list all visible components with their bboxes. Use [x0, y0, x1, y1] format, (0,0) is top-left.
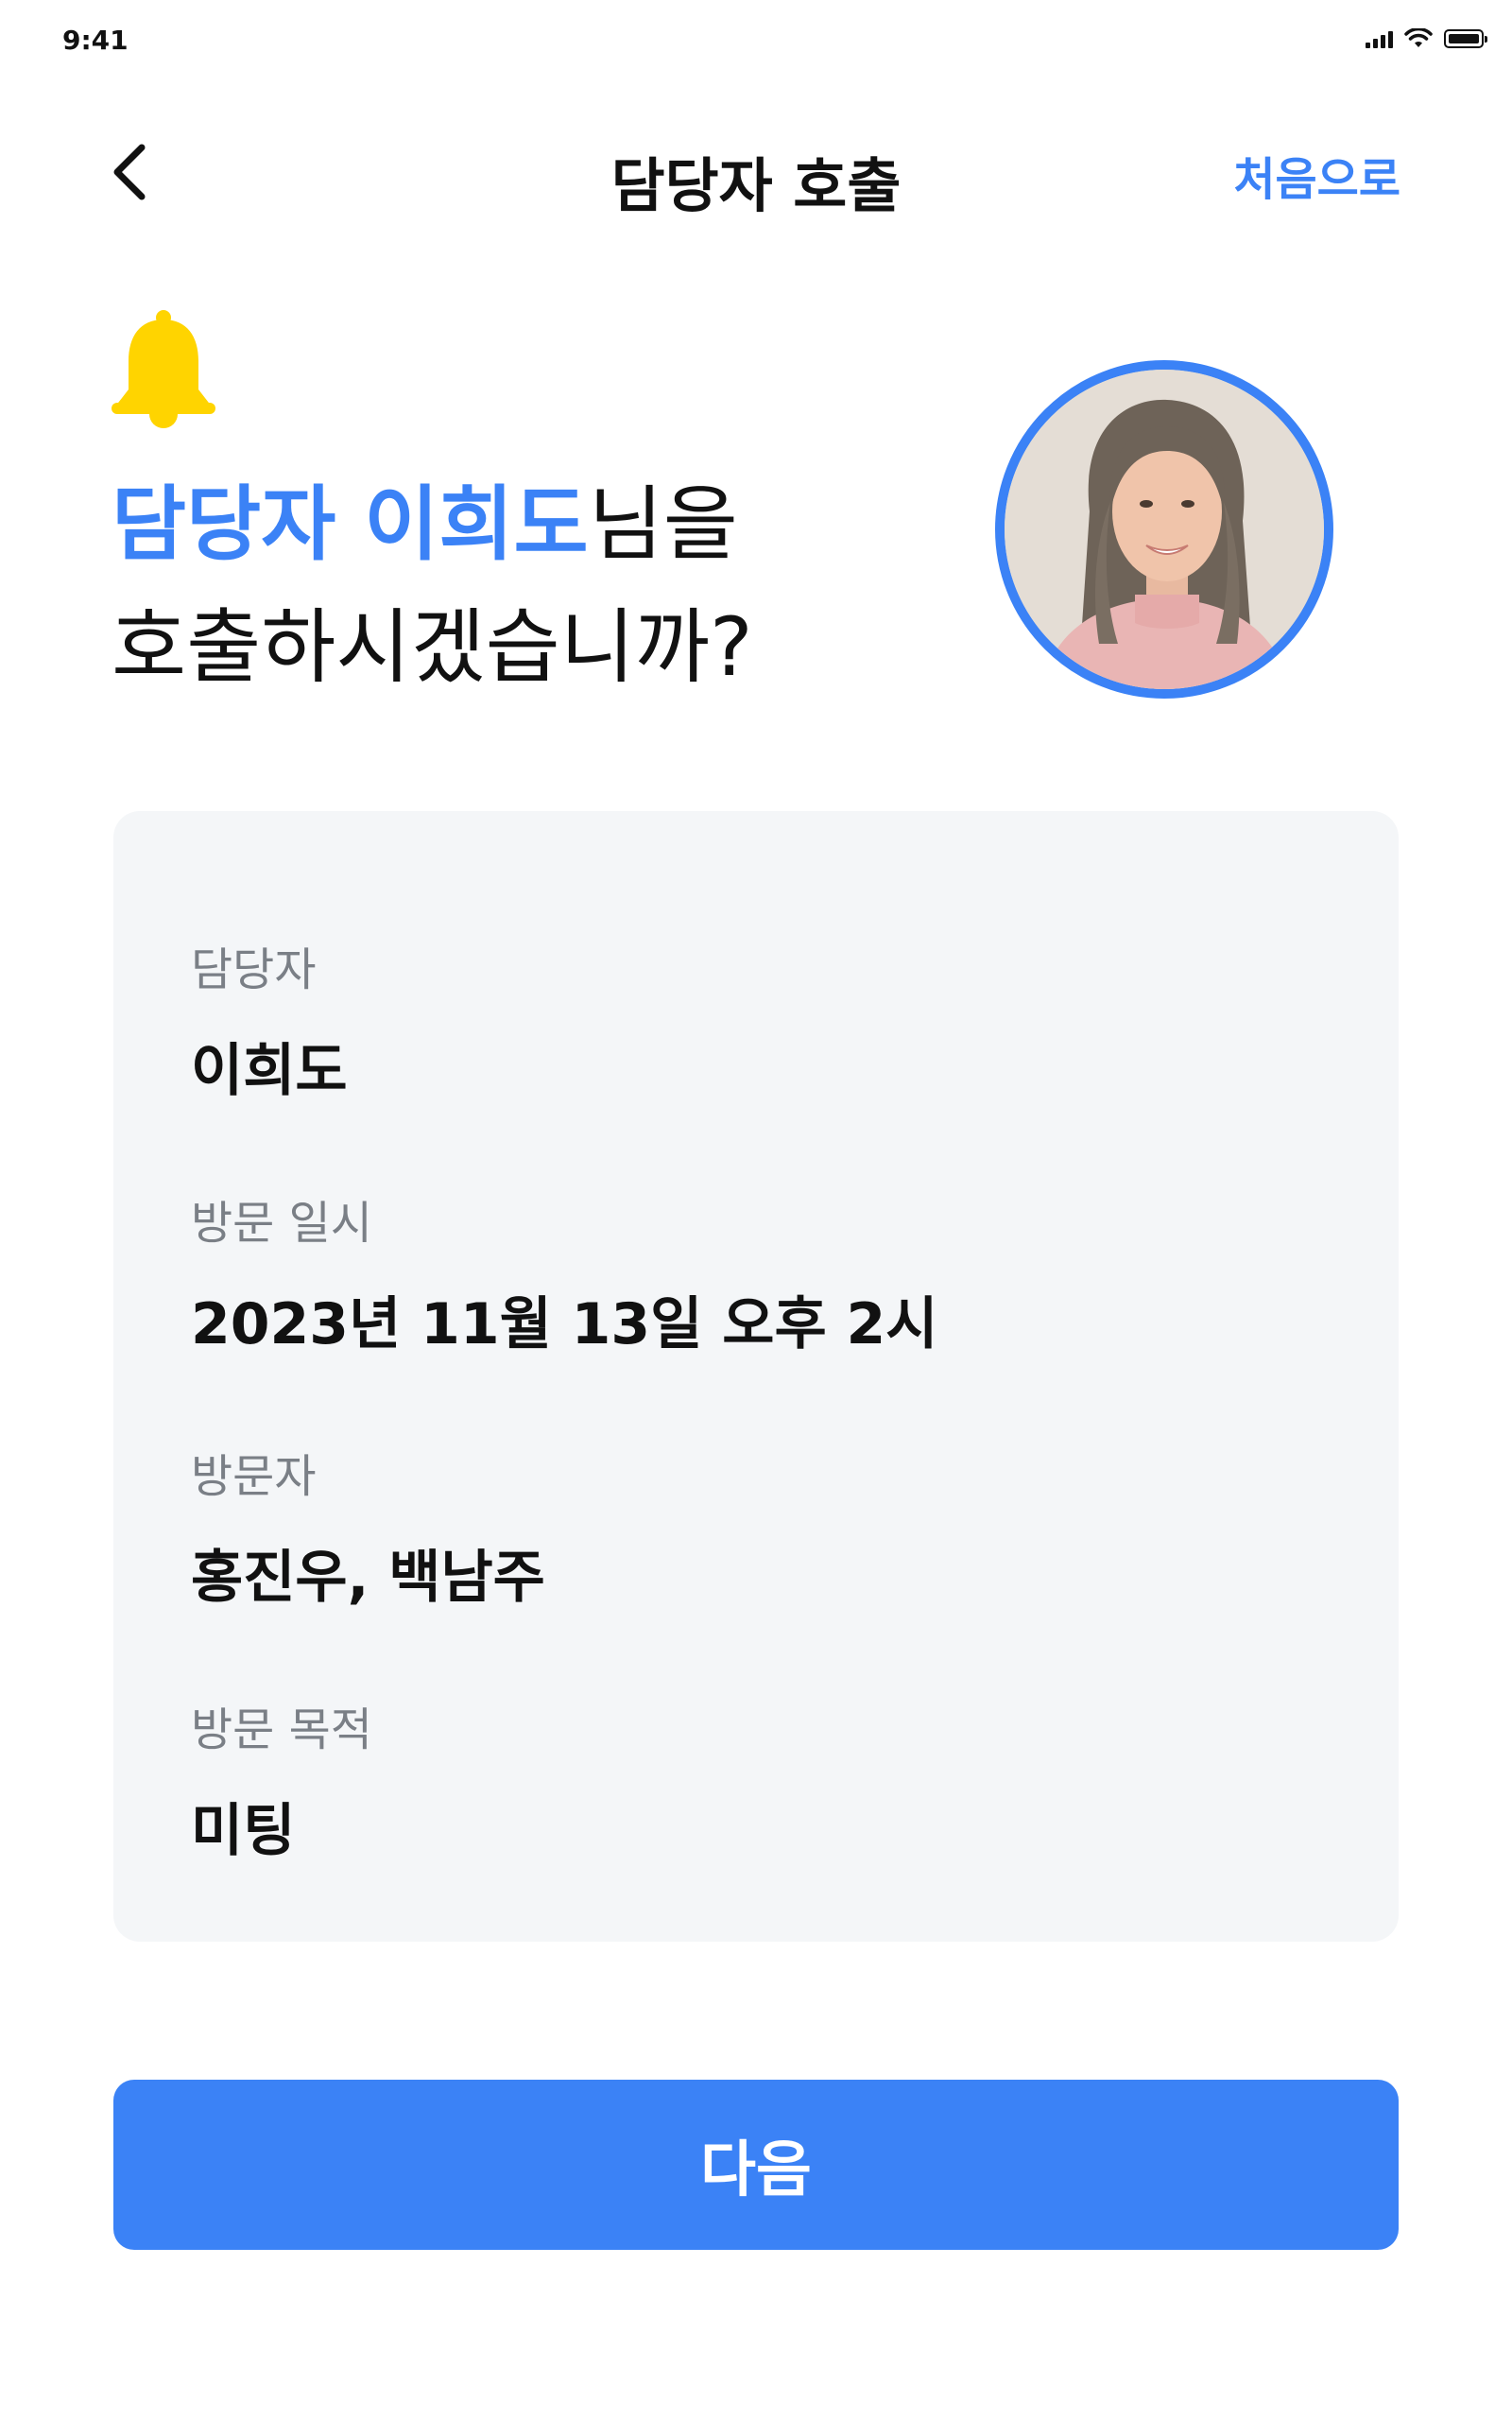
detail-value: 2023년 11월 13일 오후 2시 — [191, 1291, 938, 1357]
next-button[interactable]: 다음 — [113, 2080, 1399, 2250]
heading-question: 호출하시겠습니까? — [112, 600, 753, 695]
status-icons — [1366, 28, 1487, 49]
heading-suffix: 님을 — [588, 477, 738, 572]
home-link[interactable]: 처음으로 — [1233, 142, 1400, 208]
manager-name-highlight: 담당자 이희도 — [112, 477, 589, 572]
detail-field-manager: 담당자 이희도 — [191, 932, 348, 1107]
battery-icon — [1444, 29, 1487, 48]
status-time: 9:41 — [62, 25, 129, 56]
detail-field-purpose: 방문 목적 미팅 — [191, 1692, 372, 1867]
detail-label: 방문 목적 — [191, 1703, 372, 1756]
call-confirmation-heading: 담당자 이희도님을 호출하시겠습니까? — [112, 463, 753, 709]
status-bar: 9:41 — [0, 0, 1512, 85]
visit-details-card: 담당자 이희도 방문 일시 2023년 11월 13일 오후 2시 방문자 홍진… — [113, 811, 1399, 1942]
wifi-icon — [1404, 28, 1433, 47]
detail-label: 담당자 — [191, 943, 317, 996]
detail-label: 방문자 — [191, 1450, 317, 1503]
cellular-signal-icon — [1366, 29, 1393, 48]
detail-field-visit-datetime: 방문 일시 2023년 11월 13일 오후 2시 — [191, 1185, 938, 1360]
profile-photo — [1005, 370, 1324, 689]
detail-value: 이희도 — [191, 1038, 348, 1104]
detail-value: 홍진우, 백남주 — [191, 1545, 545, 1611]
detail-value: 미팅 — [191, 1798, 296, 1864]
bell-icon — [112, 310, 215, 428]
detail-field-visitors: 방문자 홍진우, 백남주 — [191, 1439, 545, 1614]
manager-avatar — [995, 360, 1333, 699]
navigation-bar: 담당자 호출 처음으로 — [0, 113, 1512, 227]
detail-label: 방문 일시 — [191, 1197, 372, 1250]
